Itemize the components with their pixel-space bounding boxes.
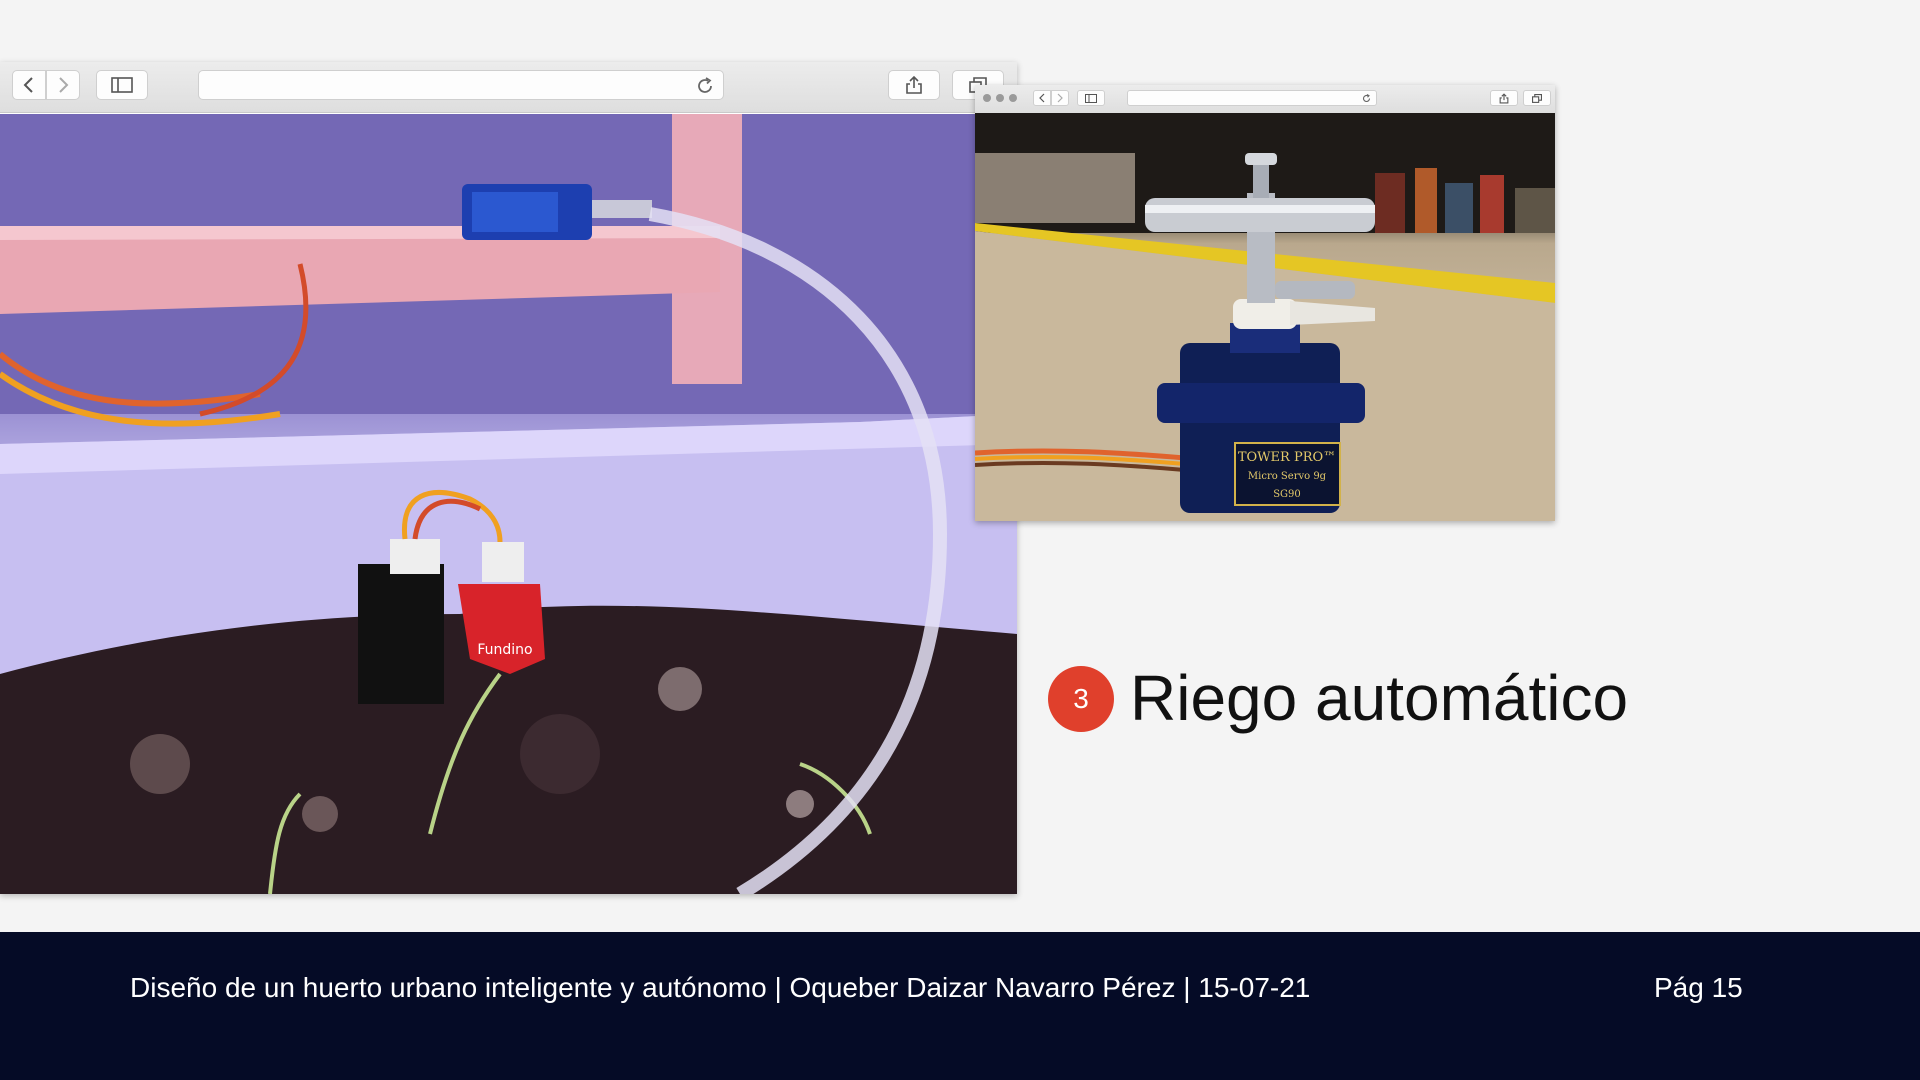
reload-icon[interactable] <box>694 75 716 97</box>
window-dot-icon[interactable] <box>983 94 991 102</box>
slide-heading: Riego automático <box>1130 662 1629 734</box>
tabs-button[interactable] <box>1523 90 1551 106</box>
forward-button[interactable] <box>1051 90 1069 106</box>
sensor-label: Fundino <box>477 642 532 658</box>
address-bar[interactable] <box>198 70 724 100</box>
window-dot-icon[interactable] <box>1009 94 1017 102</box>
browser-window-main: Fundino <box>0 62 1017 894</box>
chevron-left-icon <box>23 77 33 93</box>
tabs-icon <box>1532 93 1542 103</box>
sidebar-icon <box>1085 93 1097 103</box>
window-dot-icon[interactable] <box>996 94 1004 102</box>
sidebar-button[interactable] <box>96 70 148 100</box>
share-icon <box>906 75 922 94</box>
sidebar-icon <box>111 77 133 93</box>
photo-planter-with-sensors: Fundino <box>0 114 1017 894</box>
reload-icon[interactable] <box>1361 93 1372 104</box>
browser-window-servo: TOWER PRO™ Micro Servo 9g SG90 <box>975 85 1555 521</box>
servo-illustration: TOWER PRO™ Micro Servo 9g SG90 <box>975 113 1555 521</box>
address-bar[interactable] <box>1127 90 1377 106</box>
share-button[interactable] <box>1490 90 1518 106</box>
sidebar-button[interactable] <box>1077 90 1105 106</box>
servo-label-code: SG90 <box>1273 489 1301 500</box>
servo-label-model: Micro Servo 9g <box>1248 471 1327 482</box>
chevron-right-icon <box>1057 93 1063 103</box>
footer-bar: Diseño de un huerto urbano inteligente y… <box>0 932 1920 1080</box>
page-number: Pág 15 <box>1654 972 1743 1003</box>
chevron-right-icon <box>59 77 69 93</box>
footer-text: Diseño de un huerto urbano inteligente y… <box>130 972 1311 1003</box>
browser-toolbar <box>0 62 1017 113</box>
planter-illustration: Fundino <box>0 114 1017 894</box>
photo-servo-valve: TOWER PRO™ Micro Servo 9g SG90 <box>975 113 1555 521</box>
browser-toolbar-small <box>975 85 1555 114</box>
share-button[interactable] <box>888 70 940 100</box>
back-button[interactable] <box>12 70 46 100</box>
step-number-badge: 3 <box>1048 666 1114 732</box>
back-button[interactable] <box>1033 90 1051 106</box>
chevron-left-icon <box>1039 93 1045 103</box>
servo-label-brand: TOWER PRO™ <box>1238 450 1336 465</box>
share-icon <box>1499 92 1509 103</box>
forward-button[interactable] <box>46 70 80 100</box>
